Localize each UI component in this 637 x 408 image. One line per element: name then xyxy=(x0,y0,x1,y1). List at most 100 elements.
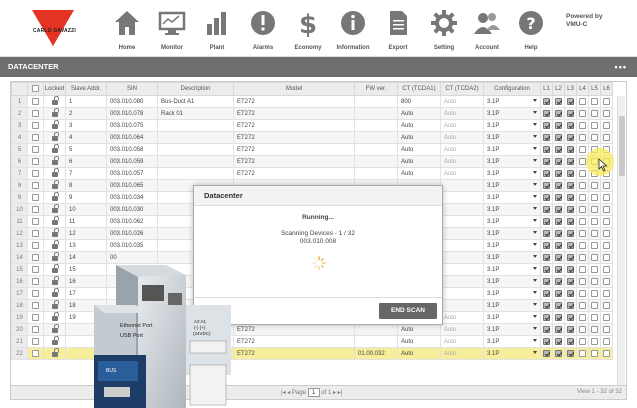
ct-tcda2-cell[interactable] xyxy=(440,191,484,204)
line-l2-cell[interactable] xyxy=(552,347,565,360)
slave-address[interactable]: 8 xyxy=(65,179,107,192)
slave-address[interactable]: 5 xyxy=(65,143,107,156)
slave-address[interactable]: 7 xyxy=(65,167,107,180)
ct-tcda1-cell[interactable]: Auto xyxy=(397,323,441,336)
line-l4-cell[interactable] xyxy=(576,107,589,120)
line-l5-checkbox[interactable] xyxy=(591,301,598,309)
line-l4-checkbox[interactable] xyxy=(579,301,586,309)
lock-icon[interactable] xyxy=(51,220,58,225)
line-l6-cell[interactable] xyxy=(600,191,613,204)
lock-cell[interactable] xyxy=(43,323,66,336)
line-l4-checkbox[interactable] xyxy=(579,229,586,237)
lock-cell[interactable] xyxy=(43,107,66,120)
lock-icon[interactable] xyxy=(51,172,58,177)
line-l3-cell[interactable] xyxy=(564,179,577,192)
line-l3-cell[interactable] xyxy=(564,131,577,144)
lock-cell[interactable] xyxy=(43,203,66,216)
line-l4-checkbox[interactable] xyxy=(579,325,586,333)
lock-cell[interactable] xyxy=(43,311,66,324)
line-l5-checkbox[interactable] xyxy=(591,313,598,321)
lock-icon[interactable] xyxy=(51,244,58,249)
configuration-select[interactable]: 3.1P xyxy=(483,287,541,300)
row-select-cell[interactable] xyxy=(27,191,44,204)
line-l2-checkbox[interactable] xyxy=(555,241,562,249)
line-l3-checkbox[interactable] xyxy=(567,193,574,201)
line-l2-cell[interactable] xyxy=(552,191,565,204)
line-l6-checkbox[interactable] xyxy=(603,217,610,225)
line-l2-checkbox[interactable] xyxy=(555,181,562,189)
lock-icon[interactable] xyxy=(51,256,58,261)
column-header[interactable]: CT (TCDA2) xyxy=(440,82,484,96)
line-l4-cell[interactable] xyxy=(576,179,589,192)
line-l6-cell[interactable] xyxy=(600,335,613,348)
line-l4-checkbox[interactable] xyxy=(579,337,586,345)
row-checkbox[interactable] xyxy=(32,253,39,261)
ct-tcda2-cell[interactable]: Auto xyxy=(440,311,484,324)
line-l4-checkbox[interactable] xyxy=(579,145,586,153)
configuration-select[interactable]: 3.1P xyxy=(483,311,541,324)
line-l6-checkbox[interactable] xyxy=(603,289,610,297)
line-l3-checkbox[interactable] xyxy=(567,109,574,117)
line-l1-cell[interactable] xyxy=(540,275,553,288)
column-header[interactable]: L6 xyxy=(600,82,613,96)
line-l2-checkbox[interactable] xyxy=(555,325,562,333)
line-l1-checkbox[interactable] xyxy=(543,181,550,189)
line-l6-checkbox[interactable] xyxy=(603,193,610,201)
line-l5-checkbox[interactable] xyxy=(591,337,598,345)
line-l5-checkbox[interactable] xyxy=(591,217,598,225)
line-l3-cell[interactable] xyxy=(564,323,577,336)
line-l2-checkbox[interactable] xyxy=(555,253,562,261)
ct-tcda2-cell[interactable] xyxy=(440,287,484,300)
line-l2-cell[interactable] xyxy=(552,311,565,324)
line-l3-checkbox[interactable] xyxy=(567,217,574,225)
configuration-select[interactable]: 3.1P xyxy=(483,335,541,348)
line-l5-cell[interactable] xyxy=(588,215,601,228)
line-l3-cell[interactable] xyxy=(564,299,577,312)
ct-tcda1-cell[interactable]: 800 xyxy=(397,95,441,108)
line-l2-cell[interactable] xyxy=(552,239,565,252)
line-l6-checkbox[interactable] xyxy=(603,109,610,117)
lock-icon[interactable] xyxy=(51,316,58,321)
line-l2-checkbox[interactable] xyxy=(555,301,562,309)
line-l5-cell[interactable] xyxy=(588,251,601,264)
line-l1-cell[interactable] xyxy=(540,155,553,168)
line-l2-cell[interactable] xyxy=(552,323,565,336)
lock-cell[interactable] xyxy=(43,299,66,312)
row-select-cell[interactable] xyxy=(27,119,44,132)
lock-icon[interactable] xyxy=(51,328,58,333)
column-header[interactable]: Configuration xyxy=(483,82,541,96)
line-l4-cell[interactable] xyxy=(576,215,589,228)
ct-tcda2-cell[interactable]: Auto xyxy=(440,167,484,180)
configuration-select[interactable]: 3.1P xyxy=(483,155,541,168)
line-l2-checkbox[interactable] xyxy=(555,109,562,117)
row-select-cell[interactable] xyxy=(27,155,44,168)
line-l3-checkbox[interactable] xyxy=(567,313,574,321)
line-l4-checkbox[interactable] xyxy=(579,217,586,225)
line-l1-cell[interactable] xyxy=(540,263,553,276)
ct-tcda2-cell[interactable] xyxy=(440,299,484,312)
configuration-select[interactable]: 3.1P xyxy=(483,143,541,156)
line-l6-cell[interactable] xyxy=(600,251,613,264)
line-l6-checkbox[interactable] xyxy=(603,277,610,285)
table-row[interactable]: 5 5 003.010.058 ET272 Auto Auto 3.1P xyxy=(11,143,613,156)
line-l1-cell[interactable] xyxy=(540,95,553,108)
line-l1-cell[interactable] xyxy=(540,167,553,180)
select-all-checkbox[interactable] xyxy=(32,85,39,93)
lock-cell[interactable] xyxy=(43,167,66,180)
line-l5-cell[interactable] xyxy=(588,347,601,360)
column-header[interactable]: Slave Addr. xyxy=(65,82,107,96)
line-l6-cell[interactable] xyxy=(600,347,613,360)
lock-icon[interactable] xyxy=(51,136,58,141)
line-l3-cell[interactable] xyxy=(564,191,577,204)
column-header[interactable]: L1 xyxy=(540,82,553,96)
line-l2-checkbox[interactable] xyxy=(555,229,562,237)
line-l1-checkbox[interactable] xyxy=(543,217,550,225)
line-l6-cell[interactable] xyxy=(600,227,613,240)
column-header[interactable]: Model xyxy=(233,82,355,96)
line-l6-checkbox[interactable] xyxy=(603,325,610,333)
configuration-select[interactable]: 3.1P xyxy=(483,191,541,204)
line-l2-cell[interactable] xyxy=(552,215,565,228)
line-l3-checkbox[interactable] xyxy=(567,289,574,297)
ct-tcda2-cell[interactable]: Auto xyxy=(440,131,484,144)
line-l1-cell[interactable] xyxy=(540,119,553,132)
